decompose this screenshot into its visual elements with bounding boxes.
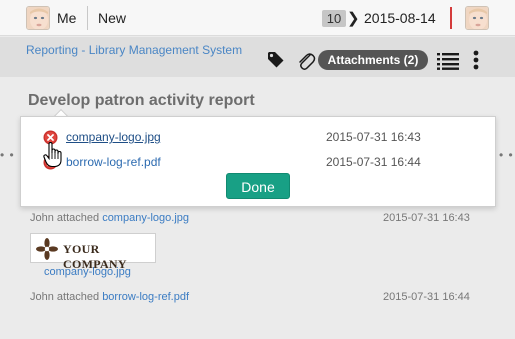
side-dots: • •	[0, 148, 15, 162]
chevron-right-icon[interactable]: ❯	[347, 10, 360, 27]
attachment-link[interactable]: company-logo.jpg	[66, 130, 161, 144]
history-date: 2015-07-31 16:43	[383, 212, 470, 224]
divider	[87, 6, 88, 30]
user-menu-label[interactable]: Me	[57, 10, 76, 26]
hand-pointer-icon	[43, 141, 63, 173]
history-entry: John attached borrow-log-ref.pdf	[30, 291, 189, 303]
divider	[450, 7, 452, 29]
attachments-button[interactable]: Attachments (2)	[318, 50, 428, 70]
user-avatar[interactable]	[26, 6, 50, 30]
assignee-avatar[interactable]	[465, 6, 489, 30]
history-entry: John attached company-logo.jpg	[30, 212, 189, 224]
history-actor: John attached	[30, 291, 100, 303]
tag-icon[interactable]	[267, 51, 285, 74]
breadcrumb[interactable]: Reporting - Library Management System	[26, 43, 242, 57]
top-bar: Me New 10 ❯ 2015-08-14	[0, 0, 515, 36]
task-title[interactable]: Develop patron activity report	[28, 92, 255, 110]
more-vertical-icon[interactable]	[472, 49, 480, 76]
side-dots: • •	[499, 148, 514, 162]
company-logo-icon	[36, 238, 58, 260]
paperclip-icon[interactable]	[296, 50, 316, 77]
history-date: 2015-07-31 16:44	[383, 291, 470, 303]
history-file-link[interactable]: company-logo.jpg	[102, 212, 189, 224]
history-file-link[interactable]: borrow-log-ref.pdf	[102, 291, 189, 303]
new-button[interactable]: New	[98, 10, 126, 26]
task-count-badge: 10	[322, 10, 346, 27]
attachments-popover: company-logo.jpg 2015-07-31 16:43 borrow…	[20, 116, 496, 207]
attachment-row: company-logo.jpg 2015-07-31 16:43	[43, 129, 483, 147]
attachment-link[interactable]: borrow-log-ref.pdf	[66, 155, 161, 169]
history-actor: John attached	[30, 212, 100, 224]
attachment-date: 2015-07-31 16:43	[326, 130, 421, 144]
done-button[interactable]: Done	[226, 173, 290, 199]
preview-caption-link[interactable]: company-logo.jpg	[44, 266, 131, 278]
current-date[interactable]: 2015-08-14	[364, 10, 436, 26]
attachment-date: 2015-07-31 16:44	[326, 155, 421, 169]
attachment-row: borrow-log-ref.pdf 2015-07-31 16:44	[43, 154, 483, 172]
list-icon[interactable]	[437, 52, 459, 75]
image-preview[interactable]: YOUR COMPANY	[30, 233, 156, 271]
